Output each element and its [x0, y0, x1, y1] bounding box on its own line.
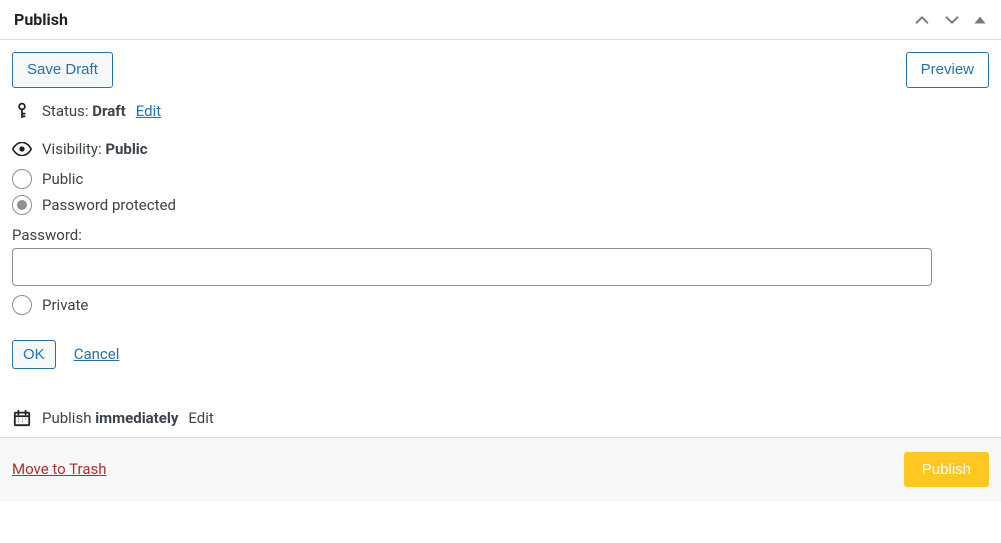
move-to-trash-link[interactable]: Move to Trash	[12, 460, 106, 478]
visibility-option-private-label: Private	[42, 296, 88, 314]
schedule-value: immediately	[95, 409, 178, 427]
panel-move-down-icon[interactable]	[943, 11, 961, 29]
status-value: Draft	[92, 102, 125, 120]
visibility-label: Visibility: Public	[42, 140, 148, 158]
ok-button[interactable]: OK	[12, 340, 56, 369]
schedule-edit-link[interactable]: Edit	[188, 409, 213, 427]
publish-button[interactable]: Publish	[904, 452, 989, 487]
password-label: Password:	[12, 226, 989, 244]
save-draft-button[interactable]: Save Draft	[12, 52, 113, 88]
visibility-radio-password-protected[interactable]	[12, 195, 32, 215]
panel-toggle-icon[interactable]	[973, 13, 987, 27]
calendar-icon	[12, 409, 32, 427]
preview-button[interactable]: Preview	[906, 52, 989, 88]
eye-icon	[12, 142, 32, 156]
status-edit-link[interactable]: Edit	[136, 102, 161, 120]
cancel-link[interactable]: Cancel	[74, 345, 120, 363]
visibility-option-public-label: Public	[42, 170, 83, 188]
visibility-radio-public[interactable]	[12, 169, 32, 189]
password-input[interactable]	[12, 248, 932, 286]
panel-move-up-icon[interactable]	[913, 11, 931, 29]
visibility-option-password-label: Password protected	[42, 196, 176, 214]
key-icon	[12, 102, 32, 120]
visibility-radio-private[interactable]	[12, 295, 32, 315]
status-label: Status: Draft	[42, 102, 126, 120]
panel-title: Publish	[14, 10, 68, 29]
visibility-value: Public	[105, 140, 147, 158]
panel-header-controls	[913, 11, 987, 29]
schedule-label: Publish immediately	[42, 409, 178, 427]
